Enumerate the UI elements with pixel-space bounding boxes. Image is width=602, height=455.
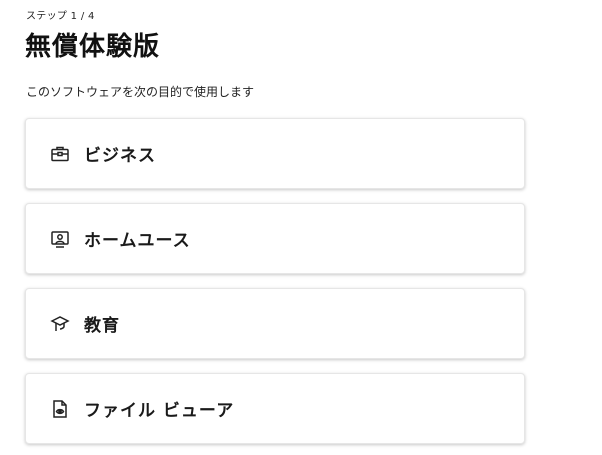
- step-indicator: ステップ 1 / 4: [26, 11, 95, 22]
- graduation-cap-icon: [50, 314, 70, 334]
- option-file-viewer[interactable]: ファイル ビューア: [25, 373, 525, 444]
- option-home-use[interactable]: ホームユース: [25, 203, 525, 274]
- option-file-viewer-label: ファイル ビューア: [84, 401, 235, 421]
- option-education[interactable]: 教育: [25, 288, 525, 359]
- usage-options: ビジネス ホームユース 教育 ファイル ビューア: [25, 118, 525, 455]
- briefcase-icon: [50, 144, 70, 164]
- page-title: 無償体験版: [25, 32, 161, 62]
- option-home-use-label: ホームユース: [84, 231, 191, 251]
- option-business-label: ビジネス: [84, 146, 156, 166]
- option-education-label: 教育: [84, 316, 120, 336]
- page-subtitle: このソフトウェアを次の目的で使用します: [26, 85, 255, 99]
- home-user-icon: [50, 229, 70, 249]
- option-business[interactable]: ビジネス: [25, 118, 525, 189]
- file-view-icon: [50, 399, 70, 419]
